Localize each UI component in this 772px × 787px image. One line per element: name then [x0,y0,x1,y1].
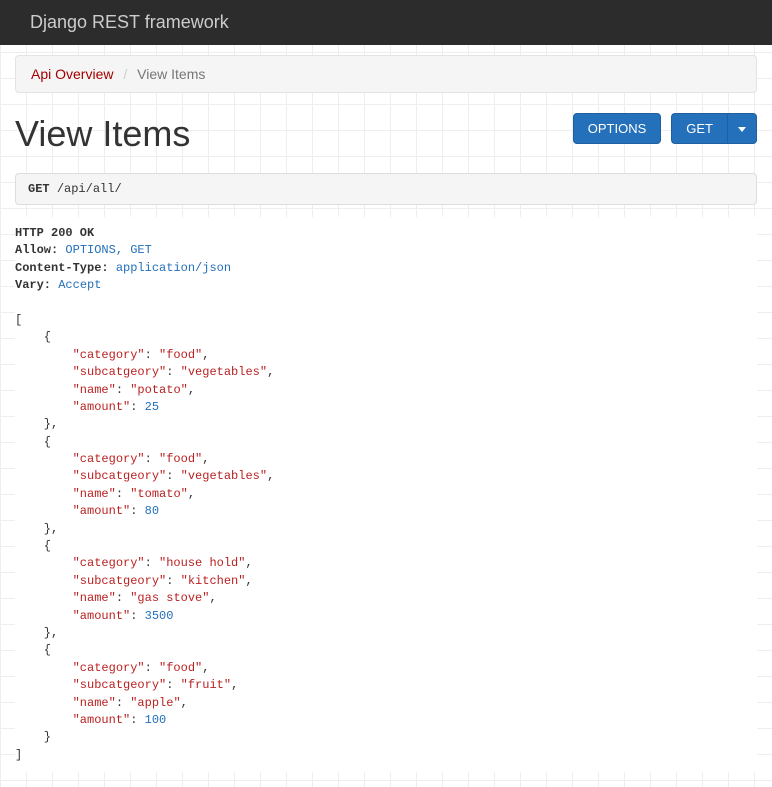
get-button-group: GET [671,113,757,144]
get-dropdown-toggle[interactable] [727,113,757,144]
response-panel: HTTP 200 OK Allow: OPTIONS, GET Content-… [15,217,757,772]
breadcrumb: Api Overview / View Items [15,55,757,93]
response-headers: HTTP 200 OK Allow: OPTIONS, GET Content-… [15,225,757,295]
request-line: GET /api/all/ [28,182,744,196]
brand-link[interactable]: Django REST framework [30,12,229,32]
page-title: View Items [15,113,190,155]
chevron-down-icon [738,127,746,132]
response-body: [ { "category": "food", "subcatgeory": "… [15,295,757,765]
get-button[interactable]: GET [671,113,727,144]
options-button[interactable]: OPTIONS [573,113,662,144]
breadcrumb-sep: / [117,66,133,82]
breadcrumb-current: View Items [137,66,205,82]
breadcrumb-root[interactable]: Api Overview [31,66,113,82]
request-panel: GET /api/all/ [15,173,757,205]
button-row: OPTIONS GET [573,113,757,144]
navbar: Django REST framework [0,0,772,45]
